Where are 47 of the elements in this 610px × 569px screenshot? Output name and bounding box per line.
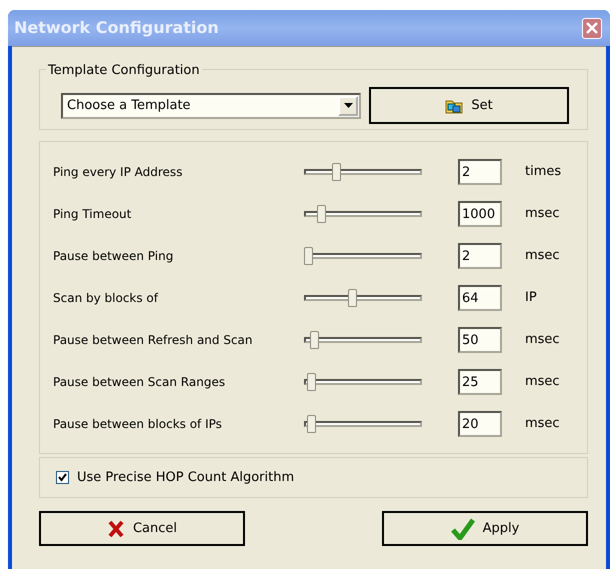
slider[interactable]	[304, 288, 422, 308]
set-button[interactable]: Set	[369, 87, 569, 124]
value-field[interactable]: 20	[458, 411, 502, 437]
setting-label: Ping every IP Address	[52, 164, 184, 181]
template-dropdown[interactable]: Choose a Template	[61, 92, 361, 118]
slider-thumb[interactable]	[332, 163, 342, 181]
window-title: Network Configuration	[14, 17, 219, 39]
unit-label: msec	[525, 373, 560, 392]
value-field[interactable]: 1000	[458, 201, 502, 227]
slider-thumb[interactable]	[304, 247, 313, 265]
value-field[interactable]: 2	[458, 243, 502, 269]
close-icon	[585, 21, 599, 35]
setting-label: Pause between Refresh and Scan	[52, 332, 254, 349]
setting-label: Scan by blocks of	[52, 290, 160, 307]
slider-thumb[interactable]	[348, 289, 358, 307]
folder-icon	[445, 98, 464, 114]
x-icon	[106, 520, 125, 538]
unit-label: msec	[525, 415, 560, 434]
slider-thumb[interactable]	[316, 205, 326, 223]
setting-label: Ping Timeout	[52, 206, 132, 223]
value-field[interactable]: 64	[458, 285, 502, 311]
unit-label: IP	[525, 289, 537, 308]
setting-label: Pause between blocks of IPs	[52, 416, 223, 433]
slider[interactable]	[304, 414, 422, 434]
slider-thumb[interactable]	[310, 331, 320, 349]
cancel-button[interactable]: Cancel	[39, 511, 245, 546]
unit-label: msec	[525, 247, 560, 266]
checkbox-label[interactable]: Use Precise HOP Count Algorithm	[77, 468, 294, 488]
value-field[interactable]: 50	[458, 327, 502, 353]
unit-label: msec	[525, 205, 560, 224]
close-button[interactable]	[582, 18, 602, 38]
slider-thumb[interactable]	[307, 415, 316, 433]
unit-label: msec	[525, 331, 560, 350]
slider[interactable]	[304, 162, 422, 182]
slider[interactable]	[304, 330, 422, 350]
slider[interactable]	[304, 372, 422, 392]
slider[interactable]	[304, 204, 422, 224]
slider[interactable]	[304, 246, 422, 266]
setting-label: Pause between Scan Ranges	[52, 374, 226, 391]
value-field[interactable]: 25	[458, 369, 502, 395]
checkbox[interactable]	[56, 471, 69, 484]
unit-label: times	[525, 163, 562, 182]
value-field[interactable]: 2	[458, 159, 502, 185]
slider-thumb[interactable]	[307, 373, 316, 391]
setting-label: Pause between Ping	[52, 248, 174, 265]
check-icon	[450, 518, 475, 540]
apply-button[interactable]: Apply	[382, 511, 588, 546]
